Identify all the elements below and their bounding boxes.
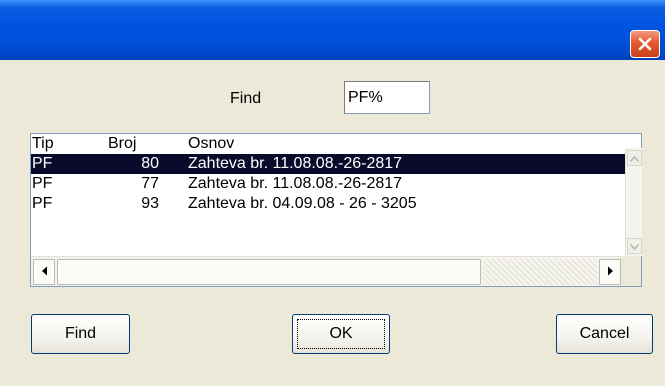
horizontal-scrollbar[interactable] [31,256,641,286]
list-row[interactable]: PF 80 Zahteva br. 11.08.08.-26-2817 [31,154,625,174]
column-header-broj[interactable]: Broj [108,134,136,154]
row-tip: PF [32,155,53,172]
scroll-down-button[interactable] [627,238,642,254]
scroll-thumb[interactable] [57,259,481,285]
row-broj: 80 [141,155,159,172]
row-osnov: Zahteva br. 11.08.08.-26-2817 [188,155,403,172]
chevron-left-icon [41,263,48,281]
results-list[interactable]: Tip Broj Osnov PF 80 Zahteva br. 11.08.0… [30,133,642,287]
ok-button[interactable]: OK [292,314,390,354]
chevron-up-icon [629,149,640,167]
vertical-scrollbar[interactable] [625,148,642,256]
row-broj: 93 [141,195,159,212]
chevron-right-icon [607,263,614,281]
title-bar[interactable] [0,0,665,60]
list-row[interactable]: PF 77 Zahteva br. 11.08.08.-26-2817 [31,174,625,194]
find-dialog: Find Tip Broj Osnov PF 80 Zahteva br. 11… [0,0,665,386]
find-input[interactable] [344,81,430,114]
chevron-down-icon [629,237,640,255]
close-icon [636,35,654,53]
cancel-button-label: Cancel [579,325,630,342]
scroll-track[interactable] [483,259,597,285]
find-button[interactable]: Find [31,314,130,354]
close-button[interactable] [630,30,660,58]
list-row[interactable]: PF 93 Zahteva br. 04.09.08 - 26 - 3205 [31,194,625,214]
column-header-tip[interactable]: Tip [32,134,54,154]
list-header: Tip Broj Osnov [31,134,625,154]
scroll-corner [621,256,641,286]
focus-ring [297,319,385,349]
row-tip: PF [32,195,53,212]
scroll-right-button[interactable] [599,259,621,285]
find-label: Find [230,90,262,107]
row-broj: 77 [141,175,159,192]
cancel-button[interactable]: Cancel [556,314,653,354]
find-button-label: Find [64,325,97,342]
scroll-up-button[interactable] [627,150,642,166]
row-tip: PF [32,175,53,192]
column-header-osnov[interactable]: Osnov [188,134,234,154]
row-osnov: Zahteva br. 04.09.08 - 26 - 3205 [188,195,417,212]
scroll-left-button[interactable] [33,259,55,285]
row-osnov: Zahteva br. 11.08.08.-26-2817 [188,175,403,192]
